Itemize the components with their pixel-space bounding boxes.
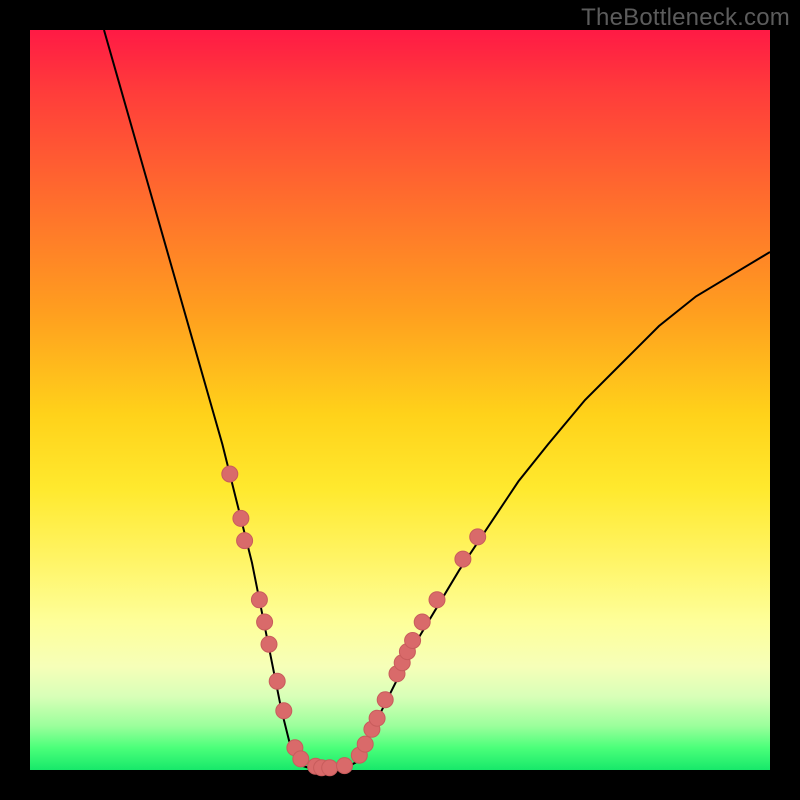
curve-group — [104, 30, 770, 770]
bottleneck-curve — [104, 30, 770, 770]
data-marker — [251, 592, 267, 608]
chart-frame: TheBottleneck.com — [0, 0, 800, 800]
data-marker — [257, 614, 273, 630]
data-marker — [276, 703, 292, 719]
data-marker — [269, 673, 285, 689]
data-marker — [293, 751, 309, 767]
data-marker — [455, 551, 471, 567]
data-marker — [405, 633, 421, 649]
data-marker — [222, 466, 238, 482]
data-marker — [429, 592, 445, 608]
data-marker — [357, 736, 373, 752]
data-marker — [261, 636, 277, 652]
data-marker — [377, 692, 393, 708]
data-marker — [337, 758, 353, 774]
data-marker — [233, 510, 249, 526]
data-marker — [414, 614, 430, 630]
watermark-text: TheBottleneck.com — [581, 4, 790, 32]
data-marker — [322, 760, 338, 776]
data-marker — [470, 529, 486, 545]
plot-area — [30, 30, 770, 770]
chart-svg — [30, 30, 770, 770]
data-marker — [237, 533, 253, 549]
marker-group — [222, 466, 486, 776]
data-marker — [369, 710, 385, 726]
